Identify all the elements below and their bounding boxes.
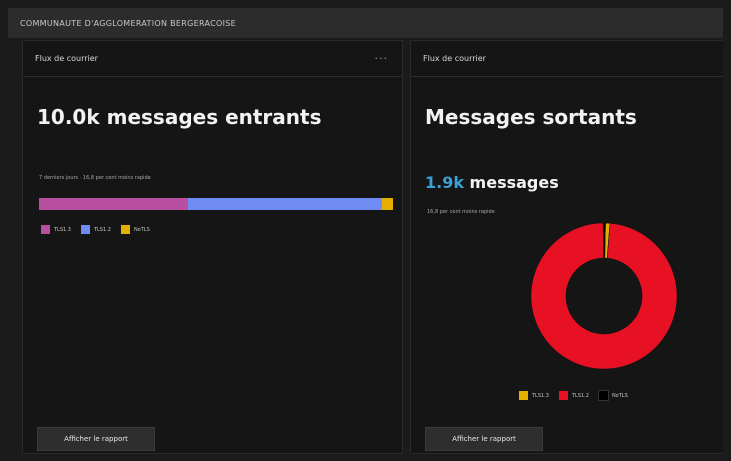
legend-item-tls13: TLS1.3 xyxy=(41,225,71,234)
outgoing-tls-donut xyxy=(530,222,678,370)
organization-title: COMMUNAUTE D'AGGLOMERATION BERGERACOISE xyxy=(8,8,723,38)
incoming-tls-bar xyxy=(39,198,393,210)
bar-segment xyxy=(382,198,393,210)
bar-segment xyxy=(39,198,188,210)
incoming-mail-card: Flux de courrier ··· 10.0k messages entr… xyxy=(22,40,403,454)
legend-item-tls13: TLS1.3 xyxy=(519,391,549,400)
legend-label: NoTLS xyxy=(611,392,628,399)
legend-swatch xyxy=(519,391,528,400)
card-header: Flux de courrier xyxy=(411,41,723,77)
incoming-legend: TLS1.3 TLS1.2 NoTLS xyxy=(41,225,150,234)
legend-item-notls: NoTLS xyxy=(597,390,628,401)
legend-label: TLS1.3 xyxy=(54,226,71,233)
legend-item-tls12: TLS1.2 xyxy=(80,225,111,234)
legend-swatch xyxy=(80,225,90,234)
legend-label: TLS1.3 xyxy=(532,392,549,399)
ellipsis-icon[interactable]: ··· xyxy=(375,52,389,65)
outgoing-note: 16,8 per cent moins rapide xyxy=(427,209,495,215)
outgoing-headline: Messages sortants xyxy=(425,105,637,129)
legend-swatch xyxy=(558,391,568,400)
legend-label: TLS1.2 xyxy=(93,226,111,233)
bar-segment xyxy=(187,198,383,210)
outgoing-count-value: 1.9k xyxy=(425,173,464,192)
view-report-button[interactable]: Afficher le rapport xyxy=(425,427,543,451)
outgoing-mail-card: Flux de courrier Messages sortants 1.9k … xyxy=(410,40,723,454)
legend-item-notls: NoTLS xyxy=(120,225,150,234)
incoming-headline: 10.0k messages entrants xyxy=(37,105,322,129)
donut-slice xyxy=(602,222,606,259)
legend-item-tls12: TLS1.2 xyxy=(558,391,589,400)
card-header-label: Flux de courrier xyxy=(423,54,486,63)
card-header: Flux de courrier xyxy=(23,41,402,77)
card-header-label: Flux de courrier xyxy=(35,54,98,63)
incoming-note: 7 derniers jours · 16,8 per cent moins r… xyxy=(39,175,151,181)
legend-label: NoTLS xyxy=(133,226,150,233)
legend-swatch xyxy=(120,225,130,234)
outgoing-count-suffix: messages xyxy=(463,173,559,192)
legend-swatch xyxy=(41,225,50,234)
view-report-button[interactable]: Afficher le rapport xyxy=(37,427,155,451)
outgoing-count: 1.9k messages xyxy=(425,173,559,192)
legend-swatch xyxy=(597,390,609,401)
legend-label: TLS1.2 xyxy=(571,392,589,399)
outgoing-legend: TLS1.3 TLS1.2 NoTLS xyxy=(519,390,628,401)
